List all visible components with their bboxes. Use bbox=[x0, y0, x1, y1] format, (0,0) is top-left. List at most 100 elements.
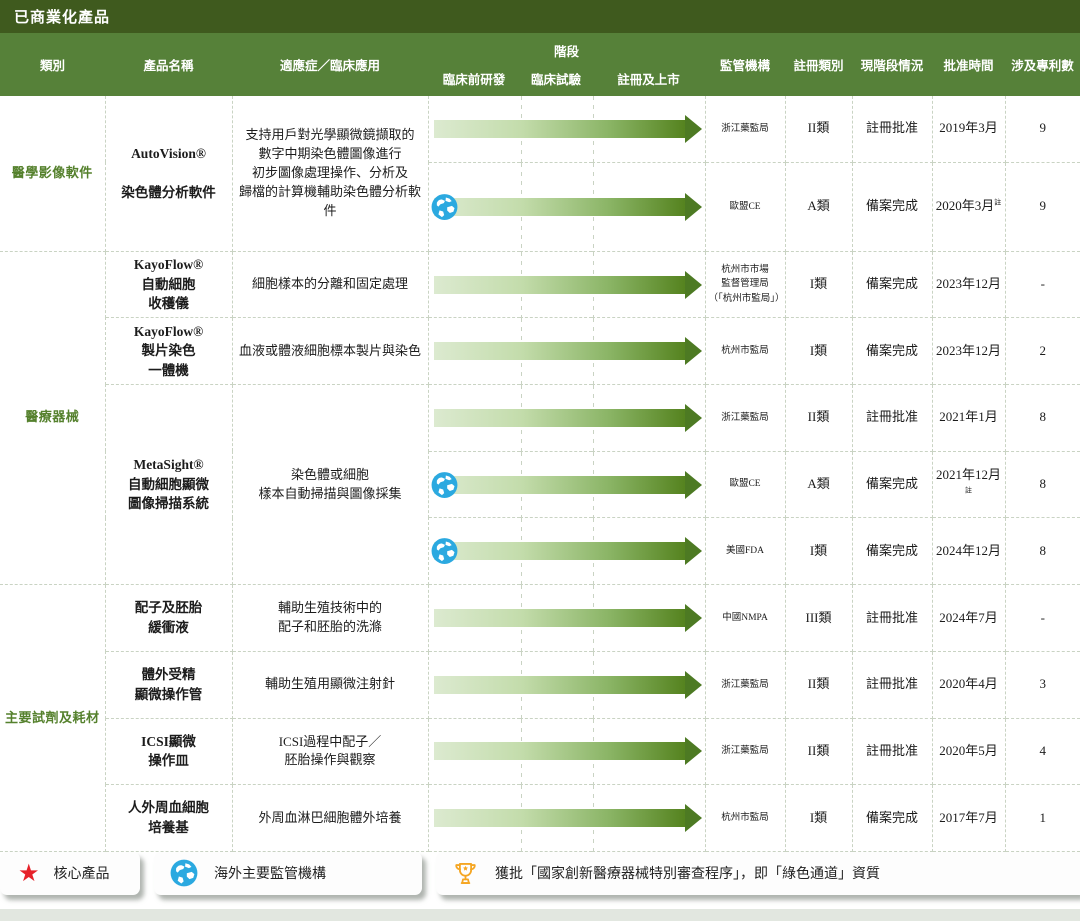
legend-bar: ★ 核心產品 海外主要監管機構 獲批「國家創新醫療器械特別審查程序」，即「綠色通… bbox=[0, 852, 1080, 909]
table-row: 體外受精 顯微操作管 輔助生殖用顯微注射針 浙江藥監局 II類 註冊批准 202… bbox=[0, 651, 1080, 718]
product-name: 人外周血細胞 培養基 bbox=[105, 785, 232, 852]
patents-cell: - bbox=[1005, 251, 1080, 318]
patents-cell: 9 bbox=[1005, 96, 1080, 162]
legend-core-product: ★ 核心產品 bbox=[0, 852, 140, 895]
stage-label: 階段 bbox=[428, 41, 705, 60]
legend-label: 海外主要監管機構 bbox=[214, 863, 326, 883]
regulator-cell: 美國FDA bbox=[705, 518, 785, 585]
time-cell: 2024年12月 bbox=[932, 518, 1005, 585]
class-cell: I類 bbox=[785, 251, 852, 318]
header-row: 類別 產品名稱 適應症／臨床應用 階段 臨床前研發 臨床試驗 註冊及上市 監管機… bbox=[0, 33, 1080, 96]
time-cell: 2023年12月 bbox=[932, 251, 1005, 318]
col-header-product: 產品名稱 bbox=[105, 33, 232, 96]
indication-cell: 輔助生殖技術中的 配子和胚胎的洗滌 bbox=[232, 585, 428, 652]
indication-cell: 血液或體液細胞標本製片與染色 bbox=[232, 318, 428, 385]
progress-arrow bbox=[429, 404, 705, 432]
class-cell: II類 bbox=[785, 96, 852, 162]
regulator-cell: 歐盟CE bbox=[705, 451, 785, 518]
col-header-status: 現階段情況 bbox=[852, 33, 932, 96]
regulator-cell: 浙江藥監局 bbox=[705, 718, 785, 785]
stage-progress-cell bbox=[428, 162, 705, 251]
table-row: KayoFlow® 製片染色 一體機 血液或體液細胞標本製片與染色 杭州市監局 … bbox=[0, 318, 1080, 385]
class-cell: I類 bbox=[785, 318, 852, 385]
class-cell: II類 bbox=[785, 718, 852, 785]
stage-progress-cell bbox=[428, 651, 705, 718]
regulator-cell: 歐盟CE bbox=[705, 162, 785, 251]
patents-cell: 8 bbox=[1005, 451, 1080, 518]
time-cell: 2020年5月 bbox=[932, 718, 1005, 785]
stage-progress-cell bbox=[428, 96, 705, 162]
class-cell: A類 bbox=[785, 451, 852, 518]
category-cell: 主要試劑及耗材 bbox=[0, 585, 105, 852]
patents-cell: 9 bbox=[1005, 162, 1080, 251]
product-name: KayoFlow® 自動細胞 收穫儀 bbox=[105, 251, 232, 318]
stage-progress-cell bbox=[428, 585, 705, 652]
globe-icon bbox=[431, 471, 458, 498]
regulator-cell: 浙江藥監局 bbox=[705, 385, 785, 452]
legend-green-channel: 獲批「國家創新醫療器械特別審查程序」，即「綠色通道」資質 bbox=[436, 852, 1080, 895]
col-header-stage: 階段 臨床前研發 臨床試驗 註冊及上市 bbox=[428, 33, 705, 96]
stage-sub-clinical: 臨床試驗 bbox=[520, 69, 592, 88]
patents-cell: 4 bbox=[1005, 718, 1080, 785]
trophy-icon bbox=[452, 860, 479, 887]
status-cell: 備案完成 bbox=[852, 318, 932, 385]
progress-arrow bbox=[429, 337, 705, 365]
class-cell: A類 bbox=[785, 162, 852, 251]
patents-cell: 8 bbox=[1005, 385, 1080, 452]
star-icon: ★ bbox=[18, 861, 40, 885]
time-cell: 2020年3月註 bbox=[932, 162, 1005, 251]
status-cell: 註冊批准 bbox=[852, 718, 932, 785]
status-cell: 備案完成 bbox=[852, 162, 932, 251]
indication-cell: 細胞樣本的分離和固定處理 bbox=[232, 251, 428, 318]
class-cell: I類 bbox=[785, 785, 852, 852]
col-header-time: 批准時間 bbox=[932, 33, 1005, 96]
products-table: 類別 產品名稱 適應症／臨床應用 階段 臨床前研發 臨床試驗 註冊及上市 監管機… bbox=[0, 33, 1080, 852]
stage-progress-cell bbox=[428, 318, 705, 385]
globe-icon bbox=[431, 193, 458, 220]
patents-cell: - bbox=[1005, 585, 1080, 652]
regulator-cell: 中國NMPA bbox=[705, 585, 785, 652]
status-cell: 註冊批准 bbox=[852, 96, 932, 162]
status-cell: 備案完成 bbox=[852, 251, 932, 318]
indication-cell: 外周血淋巴細胞體外培養 bbox=[232, 785, 428, 852]
globe-icon bbox=[431, 538, 458, 565]
stage-sub-preclinical: 臨床前研發 bbox=[428, 69, 520, 88]
time-cell: 2020年4月 bbox=[932, 651, 1005, 718]
col-header-class: 註冊類別 bbox=[785, 33, 852, 96]
indication-cell: ICSI過程中配子／ 胚胎操作與觀察 bbox=[232, 718, 428, 785]
legend-label: 核心產品 bbox=[54, 863, 110, 883]
product-name: KayoFlow® 製片染色 一體機 bbox=[105, 318, 232, 385]
page-title: 已商業化產品 bbox=[0, 0, 1080, 33]
stage-progress-cell bbox=[428, 718, 705, 785]
time-cell: 2019年3月 bbox=[932, 96, 1005, 162]
status-cell: 備案完成 bbox=[852, 518, 932, 585]
status-cell: 備案完成 bbox=[852, 451, 932, 518]
status-cell: 備案完成 bbox=[852, 785, 932, 852]
product-name: 體外受精 顯微操作管 bbox=[105, 651, 232, 718]
stage-sub-registration: 註冊及上市 bbox=[592, 69, 705, 88]
indication-cell: 輔助生殖用顯微注射針 bbox=[232, 651, 428, 718]
progress-arrow bbox=[429, 471, 705, 499]
stage-progress-cell bbox=[428, 785, 705, 852]
product-name: 配子及胚胎 緩衝液 bbox=[105, 585, 232, 652]
table-row: 醫學影像軟件 AutoVision® 染色體分析軟件 支持用戶對光學顯微鏡擷取的… bbox=[0, 96, 1080, 162]
legend-overseas-regulator: 海外主要監管機構 bbox=[154, 852, 422, 895]
regulator-cell: 杭州市監局 bbox=[705, 318, 785, 385]
time-cell: 2017年7月 bbox=[932, 785, 1005, 852]
class-cell: II類 bbox=[785, 651, 852, 718]
category-cell: 醫療器械 bbox=[0, 251, 105, 584]
regulator-cell: 杭州市監局 bbox=[705, 785, 785, 852]
patents-cell: 2 bbox=[1005, 318, 1080, 385]
patents-cell: 1 bbox=[1005, 785, 1080, 852]
time-cell: 2023年12月 bbox=[932, 318, 1005, 385]
progress-arrow bbox=[429, 604, 705, 632]
progress-arrow bbox=[429, 804, 705, 832]
time-cell: 2021年12月註 bbox=[932, 451, 1005, 518]
status-cell: 註冊批准 bbox=[852, 385, 932, 452]
class-cell: II類 bbox=[785, 385, 852, 452]
table-row: 醫療器械 KayoFlow® 自動細胞 收穫儀 細胞樣本的分離和固定處理 杭州市… bbox=[0, 251, 1080, 318]
table-row: 人外周血細胞 培養基 外周血淋巴細胞體外培養 杭州市監局 I類 備案完成 201… bbox=[0, 785, 1080, 852]
product-name: MetaSight® 自動細胞顯微 圖像掃描系統 bbox=[105, 385, 232, 585]
table-row: MetaSight® 自動細胞顯微 圖像掃描系統 染色體或細胞 樣本自動掃描與圖… bbox=[0, 385, 1080, 452]
col-header-patents: 涉及專利數 bbox=[1005, 33, 1080, 96]
